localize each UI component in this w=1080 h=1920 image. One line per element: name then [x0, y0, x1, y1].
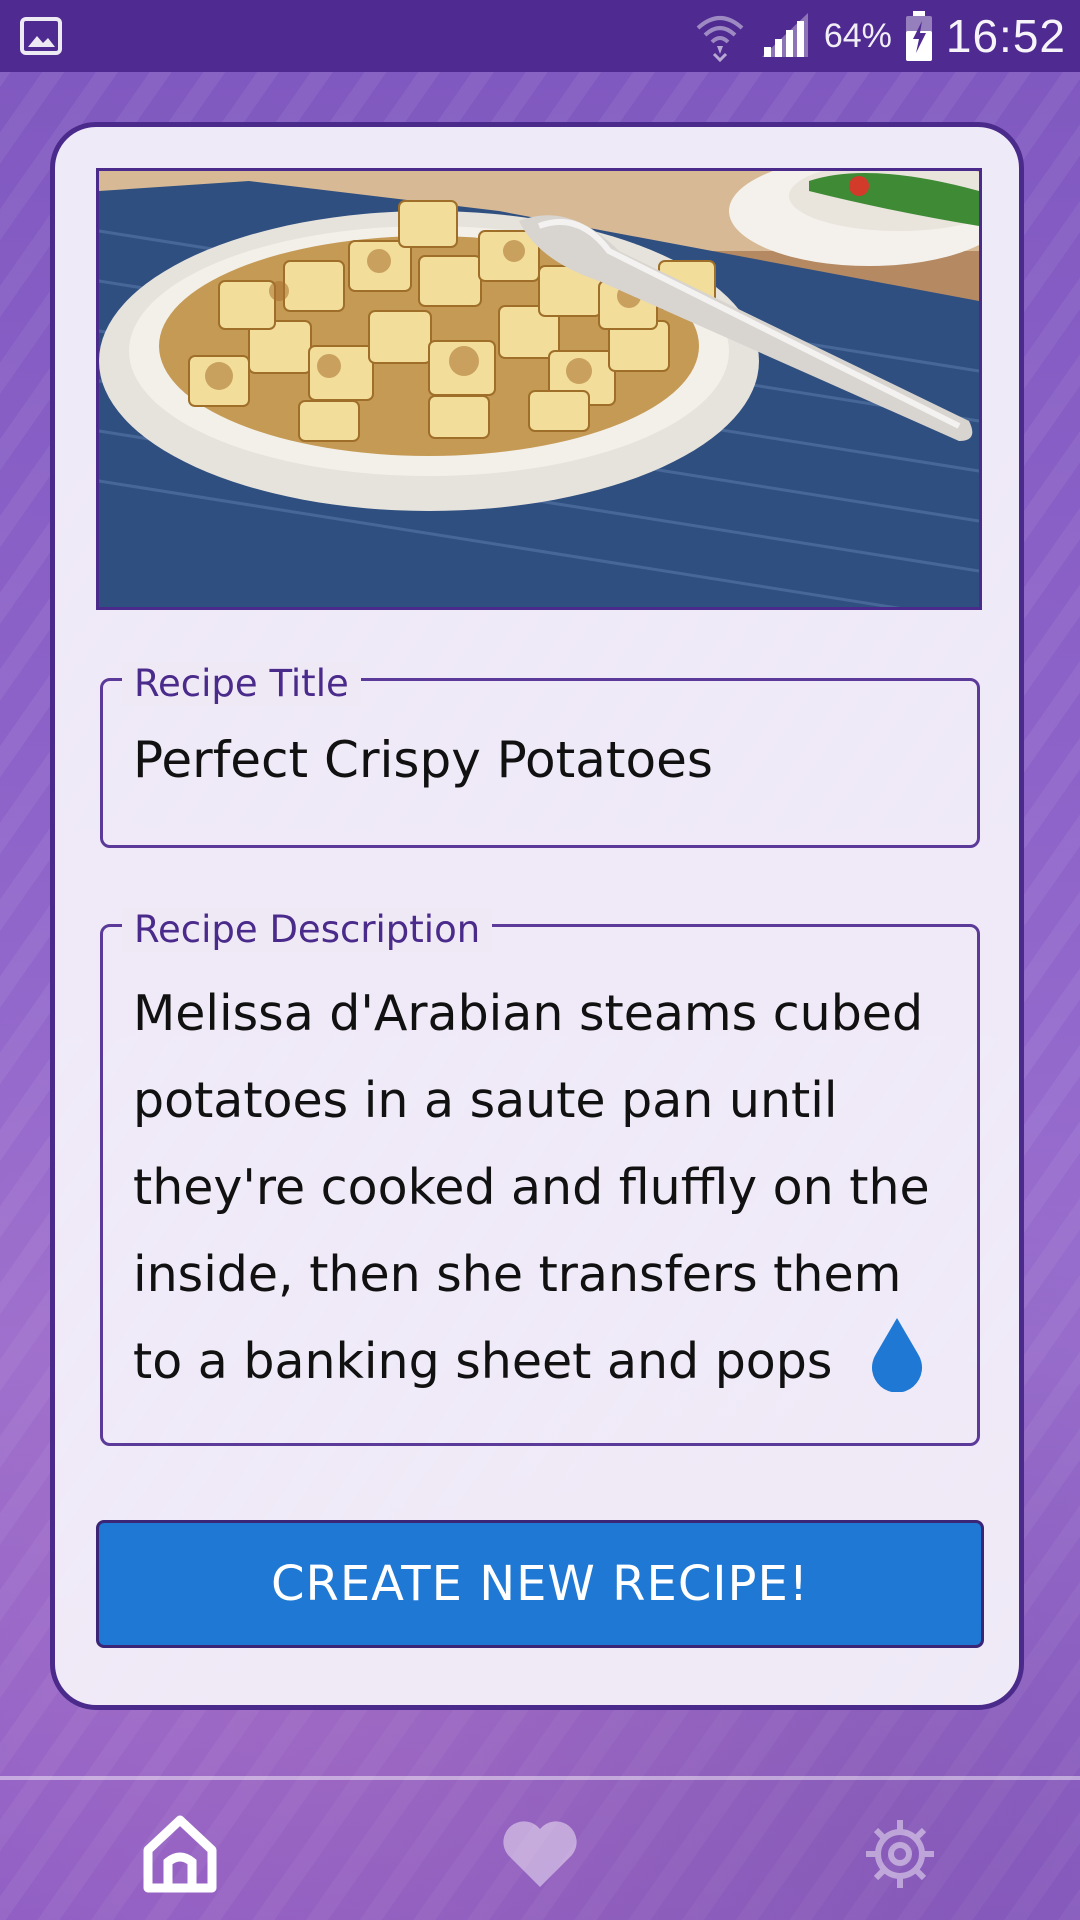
gallery-icon [20, 17, 62, 55]
signal-icon [761, 13, 808, 57]
text-cursor-handle-icon[interactable] [866, 1316, 928, 1392]
recipe-description-label: Recipe Description [122, 908, 493, 952]
recipe-photo[interactable] [96, 168, 982, 610]
battery-percent: 64% [823, 16, 892, 55]
app-screen: 64% 16:52 Recipe Title Perfect Crispy Po… [0, 0, 1080, 1920]
recipe-title-label: Recipe Title [122, 662, 361, 706]
food-photo-illustration [99, 171, 979, 607]
gear-icon [866, 1820, 934, 1888]
nav-home[interactable] [130, 1804, 230, 1904]
create-recipe-button[interactable]: CREATE NEW RECIPE! [96, 1520, 984, 1648]
recipe-description-input[interactable]: Melissa d'Arabian steams cubed potatoes … [133, 970, 953, 1406]
nav-favorites[interactable] [490, 1804, 590, 1904]
status-bar: 64% 16:52 [0, 0, 1080, 72]
home-icon [143, 1815, 217, 1893]
status-time: 16:52 [945, 10, 1066, 62]
wifi-icon [696, 16, 744, 62]
nav-settings[interactable] [850, 1804, 950, 1904]
recipe-title-input[interactable]: Perfect Crispy Potatoes [133, 730, 713, 790]
status-icons: 64% 16:52 [694, 0, 1066, 72]
bottom-navigation [0, 1776, 1080, 1920]
battery-charging-icon [905, 11, 932, 61]
heart-icon [503, 1821, 577, 1887]
